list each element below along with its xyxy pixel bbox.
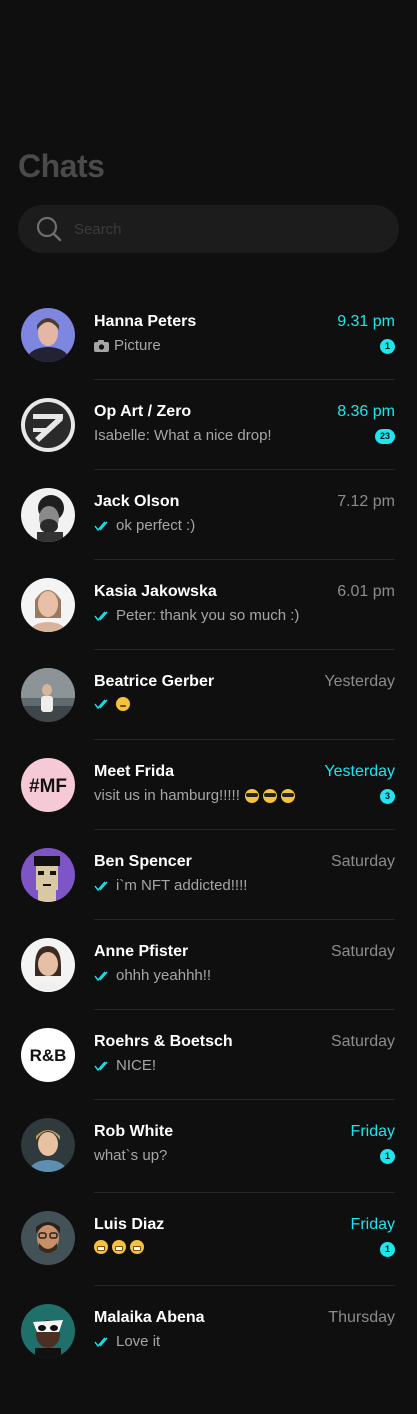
chat-row-meet-frida[interactable]: #MF Meet Frida visit us in hamburg!!!!! … <box>0 740 417 830</box>
chat-row-luis-diaz[interactable]: Luis Diaz Friday 1 <box>0 1193 417 1286</box>
chats-screen: Chats Hanna Peters <box>0 0 417 1414</box>
avatar <box>21 308 75 362</box>
chat-time: Saturday <box>330 853 395 870</box>
page-title: Chats <box>18 148 105 184</box>
unread-badge: 1 <box>380 1149 395 1164</box>
camera-icon <box>94 339 109 352</box>
avatar <box>21 1304 75 1358</box>
avatar <box>21 1211 75 1265</box>
avatar <box>21 668 75 722</box>
chat-preview: visit us in hamburg!!!!! <box>94 787 299 804</box>
chat-preview-text: i`m NFT addicted!!!! <box>116 877 248 894</box>
double-check-icon <box>94 881 108 891</box>
unread-badge: 1 <box>380 1242 395 1257</box>
chat-row-kasia-jakowska[interactable]: Kasia Jakowska Peter: thank you so much … <box>0 560 417 650</box>
sunglasses-emoji <box>244 788 259 803</box>
chat-preview <box>94 697 134 711</box>
avatar <box>21 1118 75 1172</box>
chat-preview: what`s up? <box>94 1147 167 1164</box>
chat-time: Saturday <box>330 1033 395 1050</box>
sunglasses-emoji <box>262 788 277 803</box>
chat-name: Roehrs & Boetsch <box>94 1033 233 1050</box>
chat-preview-text: NICE! <box>116 1057 157 1074</box>
chat-preview <box>94 1240 148 1254</box>
double-check-icon <box>94 1337 108 1347</box>
chat-preview: Peter: thank you so much :) <box>94 607 299 624</box>
avatar <box>21 488 75 542</box>
avatar-logo-text: #MF <box>29 776 67 797</box>
sunglasses-emoji <box>280 788 295 803</box>
grin-emoji <box>112 1240 126 1254</box>
unread-badge: 3 <box>380 789 395 804</box>
chat-preview: i`m NFT addicted!!!! <box>94 877 247 894</box>
double-check-icon <box>94 699 108 709</box>
double-check-icon <box>94 611 108 621</box>
chat-row-malaika-abena[interactable]: Malaika Abena Love it Thursday <box>0 1286 417 1376</box>
double-check-icon <box>94 971 108 981</box>
unread-badge: 1 <box>380 339 395 354</box>
chat-row-rob-white[interactable]: Rob White what`s up? Friday 1 <box>0 1100 417 1193</box>
chat-preview: Picture <box>94 337 161 354</box>
chat-time: 9.31 pm <box>337 313 395 330</box>
chat-preview: Isabelle: What a nice drop! <box>94 427 272 444</box>
search-bar[interactable] <box>18 205 399 253</box>
chat-time: 6.01 pm <box>337 583 395 600</box>
chat-name: Kasia Jakowska <box>94 583 217 600</box>
avatar: #MF <box>21 758 75 812</box>
chat-row-hanna-peters[interactable]: Hanna Peters Picture 9.31 pm 1 <box>0 290 417 380</box>
chat-name: Jack Olson <box>94 493 180 510</box>
chat-preview: NICE! <box>94 1057 156 1074</box>
avatar: R&B <box>21 1028 75 1082</box>
chat-time: Friday <box>350 1123 395 1140</box>
chat-row-roehrs-boetsch[interactable]: R&B Roehrs & Boetsch NICE! Saturday <box>0 1010 417 1100</box>
chat-name: Ben Spencer <box>94 853 192 870</box>
chat-preview-text: Picture <box>114 337 161 354</box>
double-check-icon <box>94 1061 108 1071</box>
smirk-emoji <box>116 697 130 711</box>
search-input[interactable] <box>72 213 366 245</box>
chat-row-anne-pfister[interactable]: Anne Pfister ohhh yeahhh!! Saturday <box>0 920 417 1010</box>
chat-preview: ok perfect :) <box>94 517 195 534</box>
chat-row-jack-olson[interactable]: Jack Olson ok perfect :) 7.12 pm <box>0 470 417 560</box>
chat-name: Anne Pfister <box>94 943 189 960</box>
chat-preview-text: ohhh yeahhh!! <box>116 967 212 984</box>
avatar <box>21 848 75 902</box>
chat-name: Malaika Abena <box>94 1309 205 1326</box>
avatar <box>21 398 75 452</box>
chat-time: Thursday <box>328 1309 395 1326</box>
chat-name: Rob White <box>94 1123 174 1140</box>
grin-emoji <box>94 1240 108 1254</box>
chat-time: 7.12 pm <box>337 493 395 510</box>
chat-name: Luis Diaz <box>94 1216 165 1233</box>
chat-name: Op Art / Zero <box>94 403 192 420</box>
grin-emoji <box>130 1240 144 1254</box>
chat-time: Yesterday <box>324 673 395 690</box>
chat-preview-text: Love it <box>116 1333 161 1350</box>
chat-preview: Love it <box>94 1333 160 1350</box>
chat-list: Hanna Peters Picture 9.31 pm 1 Op Art / … <box>0 290 417 1376</box>
chat-preview-text: what`s up? <box>94 1147 168 1164</box>
search-icon <box>36 216 62 242</box>
chat-preview-text: Isabelle: What a nice drop! <box>94 427 272 444</box>
avatar <box>21 938 75 992</box>
chat-time: Yesterday <box>324 763 395 780</box>
double-check-icon <box>94 521 108 531</box>
avatar <box>21 578 75 632</box>
chat-time: Friday <box>350 1216 395 1233</box>
chat-name: Beatrice Gerber <box>94 673 215 690</box>
unread-badge: 23 <box>375 429 395 444</box>
chat-preview: ohhh yeahhh!! <box>94 967 211 984</box>
chat-preview-text: Peter: thank you so much :) <box>116 607 300 624</box>
chat-name: Meet Frida <box>94 763 175 780</box>
chat-preview-text: ok perfect :) <box>116 517 196 534</box>
chat-time: 8.36 pm <box>337 403 395 420</box>
chat-row-op-art-zero[interactable]: Op Art / Zero Isabelle: What a nice drop… <box>0 380 417 470</box>
chat-row-ben-spencer[interactable]: Ben Spencer i`m NFT addicted!!!! Saturda… <box>0 830 417 920</box>
chat-preview-text: visit us in hamburg!!!!! <box>94 787 240 804</box>
chat-name: Hanna Peters <box>94 313 197 330</box>
chat-row-beatrice-gerber[interactable]: Beatrice Gerber Yesterday <box>0 650 417 740</box>
avatar-logo-text: R&B <box>30 1046 67 1065</box>
chat-time: Saturday <box>330 943 395 960</box>
